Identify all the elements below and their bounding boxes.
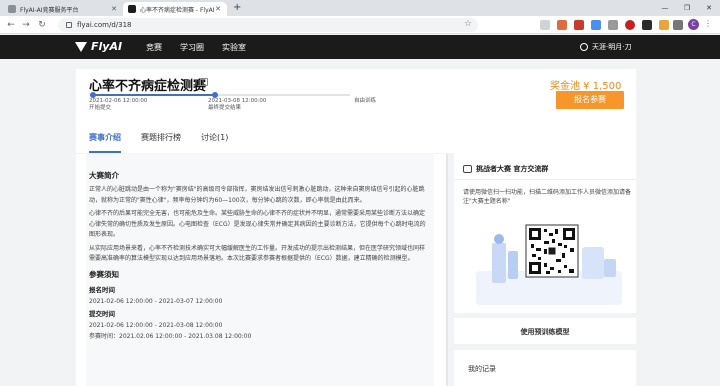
group-card-header: 挑战者大赛 官方交流群	[463, 164, 548, 174]
site-header: FlyAI 竞赛 学习圈 实验室 天涯·明月·刀	[0, 35, 720, 59]
minimize-icon[interactable]: —	[654, 0, 676, 16]
user-menu[interactable]: 天涯·明月·刀	[580, 42, 631, 52]
timeline-end-date: 2021-03-08 12:00:00	[208, 98, 267, 104]
divider	[454, 179, 636, 180]
signup-button[interactable]: 报名参赛	[556, 91, 624, 109]
close-window-icon[interactable]: ✕	[698, 0, 720, 16]
main-nav: 竞赛 学习圈 实验室	[146, 35, 264, 59]
competition-tabs: 赛事介绍 赛题排行榜 讨论(1)	[89, 132, 248, 153]
signup-time-label: 报名时间	[89, 285, 115, 294]
username: 天涯·明月·刀	[592, 43, 632, 51]
profile-avatar[interactable]: C	[688, 19, 699, 30]
timeline-final-label: 自由训练	[354, 98, 377, 104]
timeline-start-date: 2021-02-06 12:00:00	[89, 98, 148, 104]
new-tab-button[interactable]: +	[233, 2, 241, 14]
address-bar[interactable]: flyai.com/d/318 ☆	[58, 18, 478, 32]
bookmark-star-icon[interactable]: ☆	[464, 19, 472, 29]
tab-leaderboard[interactable]: 赛题排行榜	[141, 132, 181, 143]
extension-icon[interactable]	[557, 20, 567, 30]
tab-title: FlyAI-AI竞赛服务平台	[20, 6, 79, 14]
favicon-icon	[128, 5, 136, 13]
competition-title: 心率不齐病症检测赛	[89, 79, 207, 94]
illustration-head	[494, 234, 504, 244]
my-records-card: 我的记录	[454, 350, 636, 386]
restore-icon[interactable]: ❐	[676, 0, 698, 16]
intro-heading: 大赛简介	[89, 171, 119, 180]
signup-time: 2021-02-06 12:00:00 - 2021-03-07 12:00:0…	[89, 297, 223, 305]
pretrained-model-card: 使用预训练模型	[454, 318, 636, 344]
illustration-figure	[492, 243, 506, 283]
extension-icon[interactable]	[540, 20, 550, 30]
logo-text: FlyAI	[91, 40, 123, 53]
qr-center-logo	[547, 246, 557, 256]
browser-toolbar: ← → ↻ flyai.com/d/318 ☆ C ⋮	[0, 16, 720, 34]
window-controls: — ❐ ✕	[654, 0, 720, 16]
train-time: 参赛时间：2021.02.06 12:00:00 - 2021.03.08 12…	[89, 332, 252, 340]
extensions-puzzle-icon[interactable]	[673, 20, 683, 30]
use-pretrained-model-link[interactable]: 使用预训练模型	[454, 327, 636, 337]
lock-icon	[66, 22, 72, 28]
close-tab-icon[interactable]: ✕	[214, 5, 222, 13]
user-icon	[580, 43, 588, 51]
forward-icon[interactable]: →	[20, 19, 32, 31]
favicon-icon	[8, 5, 16, 13]
prize-pool: 奖金池 ¥ 1,500	[550, 81, 622, 92]
content-scrollbar[interactable]	[446, 154, 448, 386]
illustration-phone	[582, 247, 604, 279]
notice-heading: 参赛须知	[89, 269, 119, 279]
flyai-logo[interactable]: FlyAI	[75, 40, 122, 53]
qr-finder-inner	[566, 231, 572, 237]
extension-icon[interactable]	[659, 20, 669, 30]
timeline-end-label: 最终提交结果	[208, 105, 242, 111]
nav-item-learning[interactable]: 学习圈	[180, 42, 204, 53]
group-description: 请使用微信扫一扫功能，扫描二维码添加工作人员微信添加请备注"大赛主题名称"	[463, 189, 632, 205]
tab-title: 心率不齐病症检测赛 - FlyAI	[140, 6, 214, 14]
close-tab-icon[interactable]: ✕	[110, 5, 118, 13]
extension-icon[interactable]	[625, 20, 635, 30]
timeline-progress	[90, 94, 215, 96]
nav-item-competitions[interactable]: 竞赛	[146, 42, 162, 53]
submit-time: 2021-02-06 12:00:00 - 2021-03-08 12:00:0…	[89, 321, 223, 329]
timeline-end: 2021-03-08 12:00:00 最终提交结果	[208, 98, 266, 112]
logo-mark-icon	[75, 41, 87, 52]
browser-tab-competition[interactable]: 心率不齐病症检测赛 - FlyAI ✕	[123, 2, 227, 16]
timeline-start-label: 开始提交	[89, 105, 112, 111]
extension-icon[interactable]	[591, 20, 601, 30]
main-panel: 大赛简介 正常人的心脏跳动是由一个称为"窦房结"的高级司令部指挥，窦房结发出信号…	[76, 154, 446, 386]
wechat-group-card: 挑战者大赛 官方交流群 请使用微信扫一扫功能，扫描二维码添加工作人员微信添加请备…	[454, 153, 636, 313]
back-icon[interactable]: ←	[5, 19, 17, 31]
extension-icon[interactable]	[608, 20, 618, 30]
browser-tab-strip: FlyAI-AI竞赛服务平台 ✕ 心率不齐病症检测赛 - FlyAI ✕ + —…	[0, 0, 720, 16]
my-records-title: 我的记录	[468, 365, 496, 373]
timeline-bar	[90, 92, 350, 98]
active-tab-indicator	[89, 151, 121, 153]
chat-icon	[463, 165, 472, 173]
extension-icon[interactable]	[574, 20, 584, 30]
nav-item-lab[interactable]: 实验室	[222, 42, 246, 53]
share-icon[interactable]	[200, 78, 208, 86]
qr-finder-inner	[532, 265, 538, 271]
submit-time-label: 提交时间	[89, 309, 115, 318]
illustration-figure	[508, 251, 518, 279]
qr-finder-inner	[532, 231, 538, 237]
tab-discussion[interactable]: 讨论(1)	[201, 132, 228, 143]
competition-header: 心率不齐病症检测赛 2021-02-06 12:00:00 开始提交 2021-…	[76, 69, 636, 153]
intro-paragraph: 正常人的心脏跳动是由一个称为"窦房结"的高级司令部指挥，窦房结发出信号刺激心脏跳…	[89, 186, 425, 204]
url-text: flyai.com/d/318	[77, 21, 132, 29]
group-title: 挑战者大赛 官方交流群	[476, 165, 549, 173]
timeline-start: 2021-02-06 12:00:00 开始提交	[89, 98, 147, 112]
intro-paragraph: 从实际应用场景来看，心率不齐检测技术确实可大幅缓解医生的工作量。开发成功的提示出…	[89, 244, 426, 263]
reload-icon[interactable]: ↻	[36, 19, 48, 31]
intro-paragraph: 心律不齐的后果可能完全无害，也可能危及生命。某些威胁生命的心律不齐的症状并不明显…	[89, 210, 426, 238]
browser-menu-icon[interactable]: ⋮	[704, 19, 712, 28]
illustration-block	[604, 259, 616, 277]
competition-intro: 大赛简介 正常人的心脏跳动是由一个称为"窦房结"的高级司令部指挥，窦房结发出信号…	[86, 154, 434, 386]
qr-illustration	[476, 224, 622, 305]
browser-tab-flyai-platform[interactable]: FlyAI-AI竞赛服务平台 ✕	[3, 2, 123, 16]
tab-intro[interactable]: 赛事介绍	[89, 132, 121, 143]
extension-icon[interactable]	[642, 20, 652, 30]
